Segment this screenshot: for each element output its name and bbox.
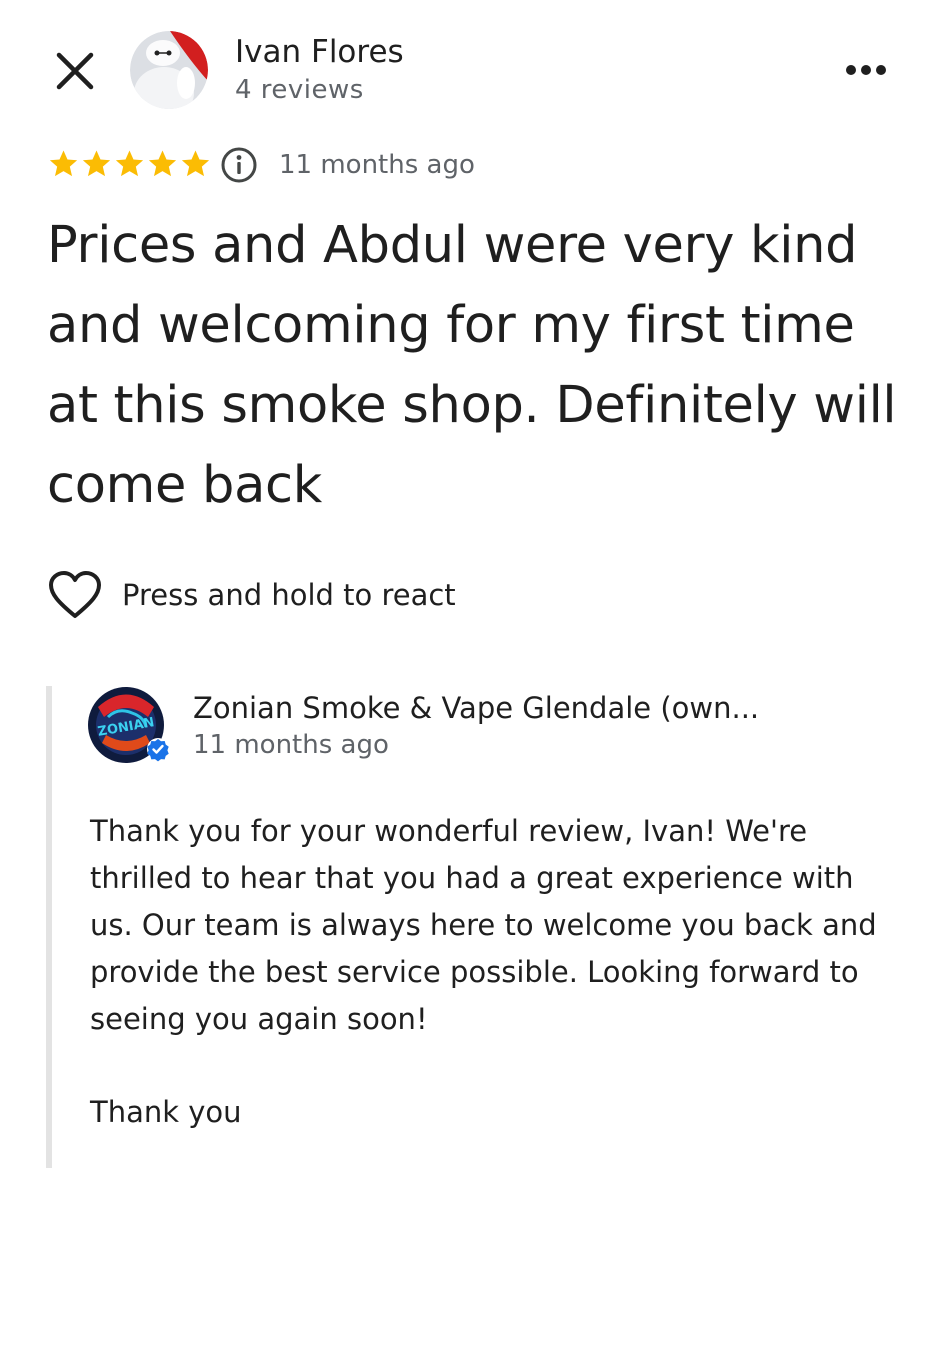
review-text: Prices and Abdul were very kind and welc… xyxy=(47,216,897,515)
star-icon xyxy=(82,150,111,177)
owner-reply-text: Thank you for your wonderful review, Iva… xyxy=(90,814,877,1036)
close-button[interactable] xyxy=(50,46,100,96)
close-icon xyxy=(56,52,94,90)
star-icon xyxy=(148,150,177,177)
more-horiz-icon xyxy=(846,65,886,75)
heart-outline-icon xyxy=(49,571,101,618)
reply-divider xyxy=(46,686,52,1168)
reviewer-name[interactable]: Ivan Flores xyxy=(235,34,404,70)
more-options-button[interactable] xyxy=(836,50,896,90)
info-icon[interactable] xyxy=(220,146,258,184)
owner-avatar[interactable]: ZONIAN xyxy=(88,687,169,765)
review-date: 11 months ago xyxy=(279,150,475,180)
owner-reply-sign-off: Thank you xyxy=(90,1095,242,1129)
react-label: Press and hold to react xyxy=(122,578,456,612)
owner-name[interactable]: Zonian Smoke & Vape Glendale (own... xyxy=(193,690,759,726)
reviewer-review-count: 4 reviews xyxy=(235,75,364,105)
star-icon xyxy=(49,150,78,177)
owner-reply-date: 11 months ago xyxy=(193,730,389,760)
star-icon xyxy=(115,150,144,177)
avatar-image xyxy=(130,31,208,109)
reviewer-avatar[interactable] xyxy=(130,31,208,109)
star-icon xyxy=(181,150,210,177)
star-rating xyxy=(47,146,212,184)
react-button[interactable]: Press and hold to react xyxy=(48,568,456,622)
